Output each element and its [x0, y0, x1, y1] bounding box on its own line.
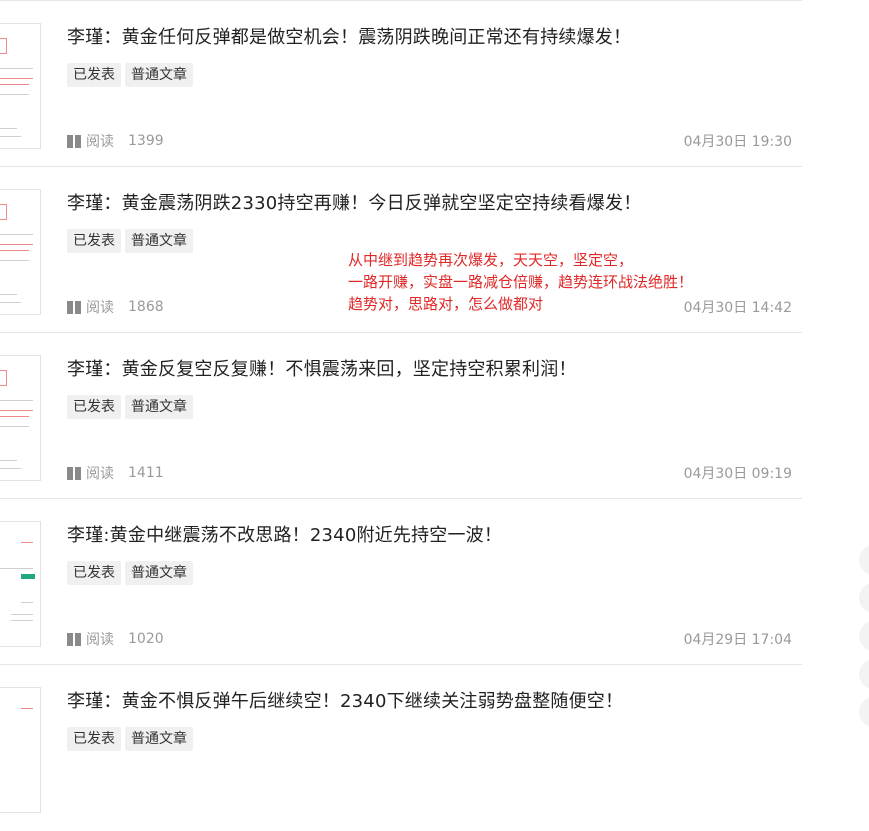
read-label: 阅读 — [86, 466, 114, 482]
list-item[interactable]: 李瑾：黄金任何反弹都是做空机会！震荡阴跌晚间正常还有持续爆发！ 已发表 普通文章 … — [0, 0, 802, 167]
type-tag: 普通文章 — [125, 63, 193, 87]
read-number: 1020 — [128, 631, 164, 647]
tag-group: 已发表 普通文章 — [67, 395, 197, 419]
side-float-button[interactable] — [859, 583, 869, 613]
status-tag: 已发表 — [67, 561, 121, 585]
list-item[interactable]: 李瑾：黄金不惧反弹午后继续空！2340下继续关注弱势盘整随便空！ 已发表 普通文章 — [0, 665, 802, 831]
tag-group: 已发表 普通文章 — [67, 561, 197, 585]
publish-date: 04月29日 17:04 — [683, 632, 792, 648]
list-item[interactable]: 李瑾：黄金反复空反复赚！不惧震荡来回，坚定持空积累利润！ 已发表 普通文章 阅读 … — [0, 333, 802, 499]
read-count: 阅读 1411 — [67, 463, 164, 483]
tag-group: 已发表 普通文章 — [67, 727, 197, 751]
article-title[interactable]: 李瑾：黄金震荡阴跌2330持空再赚！今日反弹就空坚定空持续看爆发！ — [67, 189, 641, 215]
status-tag: 已发表 — [67, 395, 121, 419]
article-thumbnail[interactable] — [0, 687, 41, 813]
article-thumbnail[interactable] — [0, 355, 41, 481]
status-tag: 已发表 — [67, 727, 121, 751]
article-list: 李瑾：黄金任何反弹都是做空机会！震荡阴跌晚间正常还有持续爆发！ 已发表 普通文章 … — [0, 0, 802, 831]
article-thumbnail[interactable] — [0, 23, 41, 149]
book-icon — [67, 134, 81, 148]
article-title[interactable]: 李瑾：黄金不惧反弹午后继续空！2340下继续关注弱势盘整随便空！ — [67, 687, 623, 713]
status-tag: 已发表 — [67, 63, 121, 87]
publish-date: 04月30日 14:42 — [683, 300, 792, 316]
type-tag: 普通文章 — [125, 395, 193, 419]
article-title[interactable]: 李瑾：黄金反复空反复赚！不惧震荡来回，坚定持空积累利润！ — [67, 355, 577, 381]
read-label: 阅读 — [86, 300, 114, 316]
type-tag: 普通文章 — [125, 727, 193, 751]
book-icon — [67, 466, 81, 480]
read-label: 阅读 — [86, 134, 114, 150]
read-count: 阅读 1868 — [67, 297, 164, 317]
publish-date: 04月30日 19:30 — [683, 134, 792, 150]
side-float-button[interactable] — [859, 621, 869, 651]
side-float-button[interactable] — [859, 659, 869, 689]
article-thumbnail[interactable] — [0, 521, 41, 647]
side-float-button[interactable] — [859, 545, 869, 575]
annotation-line: 一路开赚，实盘一路减仓倍赚，趋势连环战法绝胜！ — [348, 273, 694, 291]
list-item[interactable]: 李瑾:黄金中继震荡不改思路！2340附近先持空一波！ 已发表 普通文章 阅读 10… — [0, 499, 802, 665]
read-count: 阅读 1399 — [67, 131, 164, 151]
book-icon — [67, 632, 81, 646]
type-tag: 普通文章 — [125, 561, 193, 585]
annotation-text: 从中继到趋势再次爆发，天天空，坚定空， 一路开赚，实盘一路减仓倍赚，趋势连环战法… — [348, 249, 693, 315]
side-float-button[interactable] — [859, 697, 869, 727]
tag-group: 已发表 普通文章 — [67, 229, 197, 253]
read-number: 1399 — [128, 133, 164, 149]
annotation-line: 趋势对，思路对，怎么做都对 — [348, 295, 544, 313]
article-title[interactable]: 李瑾：黄金任何反弹都是做空机会！震荡阴跌晚间正常还有持续爆发！ — [67, 23, 631, 49]
article-thumbnail[interactable] — [0, 189, 41, 315]
read-number: 1868 — [128, 299, 164, 315]
type-tag: 普通文章 — [125, 229, 193, 253]
article-title[interactable]: 李瑾:黄金中继震荡不改思路！2340附近先持空一波！ — [67, 521, 502, 547]
read-number: 1411 — [128, 465, 164, 481]
read-label: 阅读 — [86, 632, 114, 648]
tag-group: 已发表 普通文章 — [67, 63, 197, 87]
publish-date: 04月30日 09:19 — [683, 466, 792, 482]
status-tag: 已发表 — [67, 229, 121, 253]
book-icon — [67, 300, 81, 314]
read-count: 阅读 1020 — [67, 629, 164, 649]
annotation-line: 从中继到趋势再次爆发，天天空，坚定空， — [348, 251, 634, 269]
